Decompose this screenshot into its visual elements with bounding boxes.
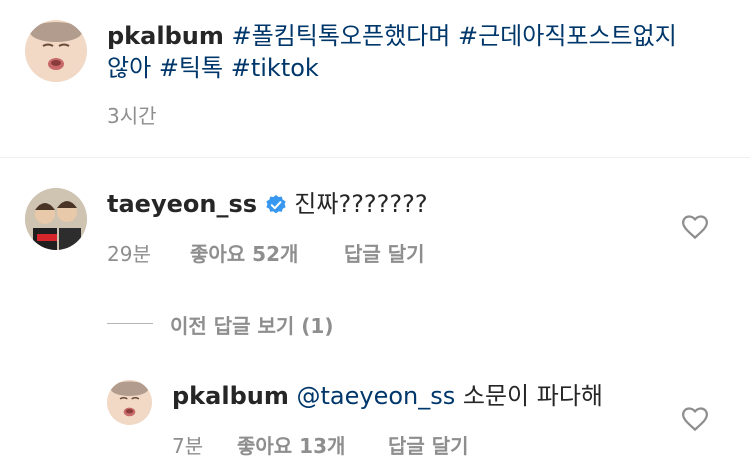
post-username[interactable]: pkalbum [107,22,224,50]
reply-likes[interactable]: 좋아요 13개 [237,430,345,459]
reply-like-heart-icon[interactable] [680,404,710,434]
post-avatar[interactable] [25,20,87,82]
view-previous-replies-button[interactable]: 이전 답글 보기 (1) [170,310,334,339]
hashtag-4[interactable]: #tiktok [231,54,319,82]
reply-body: pkalbum @taeyeon_ss 소문이 파다해 [172,380,603,412]
post-caption: pkalbum #폴킴틱톡오픈했다며 #근데아직포스트없지 않아 #틱톡 #ti… [107,20,727,84]
post-time: 3시간 [107,104,157,128]
face-avatar-icon [25,20,87,82]
reply-reply-button[interactable]: 답글 달기 [388,430,469,459]
comment-like-heart-icon[interactable] [680,212,710,242]
reply-mention[interactable]: @taeyeon_ss [296,382,455,410]
comment-body: taeyeon_ss 진짜??????? [107,188,428,220]
comment-time: 29분 [107,242,151,266]
hashtag-1[interactable]: #폴킴틱톡오픈했다며 [231,22,450,50]
comment-avatar[interactable] [25,188,87,250]
reply-avatar[interactable] [107,380,152,425]
comment-text: 진짜??????? [294,190,428,218]
verified-badge-icon [266,195,286,214]
reply-username[interactable]: pkalbum [172,382,289,410]
face-avatar-icon [107,380,152,425]
comment-reply-button[interactable]: 답글 달기 [344,238,425,267]
section-divider [0,157,750,158]
comment-username[interactable]: taeyeon_ss [107,190,257,218]
reply-text: 소문이 파다해 [462,382,603,410]
comment-likes[interactable]: 좋아요 52개 [190,238,298,267]
reply-time: 7분 [172,434,204,458]
photo-avatar-icon [25,188,87,250]
hashtag-2-continued[interactable]: 않아 [107,54,151,82]
hashtag-3[interactable]: #틱톡 [159,54,223,82]
replies-line [107,323,153,324]
hashtag-2[interactable]: #근데아직포스트없지 [458,22,677,50]
